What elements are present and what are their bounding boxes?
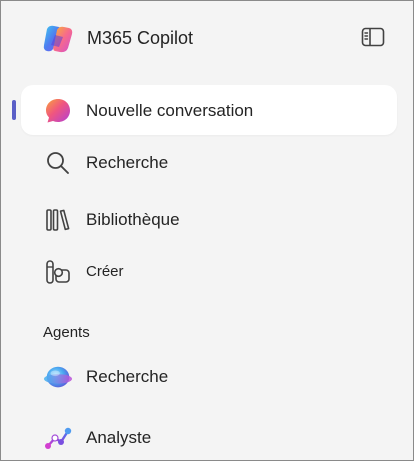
toggle-sidebar-button[interactable]	[356, 23, 390, 55]
chat-bubble-icon	[43, 96, 73, 126]
agent-researcher[interactable]: Recherche	[21, 351, 397, 401]
nav-create[interactable]: Créer	[21, 246, 397, 296]
nav-library-label: Bibliothèque	[86, 210, 180, 229]
nav-search-label: Recherche	[86, 153, 169, 172]
nav-search[interactable]: Recherche	[21, 137, 397, 187]
agents-section-heading: Agents	[43, 324, 90, 341]
sidebar-panel-icon	[361, 27, 385, 52]
analyst-agent-icon	[43, 423, 73, 453]
app-title: M365 Copilot	[87, 28, 194, 48]
nav-library[interactable]: Bibliothèque	[21, 194, 397, 244]
sidebar: M365 Copilot Nouvelle conversation Reche…	[0, 0, 414, 461]
agent-analyst[interactable]: Analyste	[21, 412, 397, 462]
researcher-agent-icon	[43, 362, 73, 392]
copilot-logo-icon[interactable]	[41, 23, 75, 55]
agent-analyst-label: Analyste	[86, 428, 152, 447]
create-icon	[43, 257, 73, 287]
search-icon	[43, 148, 73, 178]
nav-new-conversation-label: Nouvelle conversation	[86, 101, 254, 120]
active-indicator	[12, 100, 16, 120]
agent-researcher-label: Recherche	[86, 367, 169, 386]
library-icon	[43, 205, 73, 235]
sidebar-header: M365 Copilot	[1, 1, 413, 77]
nav-create-label: Créer	[86, 263, 124, 280]
nav-new-conversation[interactable]: Nouvelle conversation	[21, 85, 397, 135]
